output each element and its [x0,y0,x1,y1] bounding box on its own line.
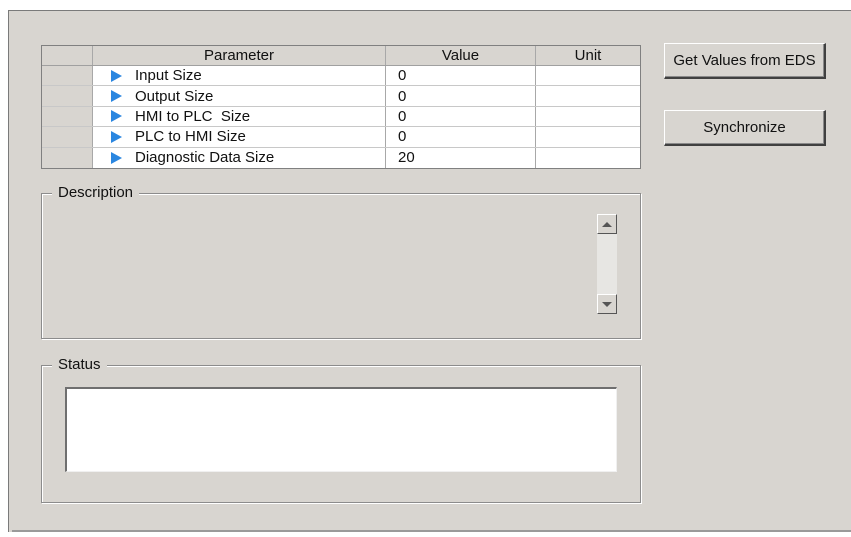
value-cell[interactable]: 0 [386,106,536,127]
status-textbox[interactable] [65,387,617,472]
row-selector[interactable] [42,86,93,106]
synchronize-button[interactable]: Synchronize [664,110,826,146]
scroll-down-icon [602,301,612,307]
parameter-name: HMI to PLC Size [135,107,251,125]
right-triangle-icon [111,130,122,143]
unit-cell [536,148,640,168]
table-row[interactable]: Output Size 0 [42,86,640,107]
right-triangle-icon [111,110,122,123]
header-parameter[interactable]: Parameter [93,46,386,65]
row-selector[interactable] [42,127,93,147]
grid-header: Parameter Value Unit [42,46,640,66]
get-values-from-eds-button[interactable]: Get Values from EDS [664,43,826,79]
parameter-name: PLC to HMI Size [135,128,246,146]
unit-cell [536,107,640,126]
parameter-cell[interactable]: HMI to PLC Size [93,106,386,127]
table-row[interactable]: PLC to HMI Size 0 [42,127,640,148]
unit-cell [536,127,640,146]
table-row[interactable]: Diagnostic Data Size 20 [42,147,640,168]
scroll-up-icon [602,221,612,227]
right-triangle-icon [111,90,122,103]
parameter-name: Input Size [135,67,202,85]
parameter-cell[interactable]: PLC to HMI Size [93,127,386,147]
table-row[interactable]: HMI to PLC Size 0 [42,106,640,128]
header-value[interactable]: Value [386,46,536,65]
scroll-up-button[interactable] [597,214,617,234]
unit-cell [536,86,640,105]
value-cell[interactable]: 20 [386,147,536,168]
value-cell[interactable]: 0 [386,127,536,147]
row-selector[interactable] [42,66,93,86]
parameter-grid: Parameter Value Unit Input Size 0 Output… [41,45,641,169]
value-cell[interactable]: 0 [386,66,536,86]
right-triangle-icon [111,69,122,82]
status-legend: Status [52,356,107,373]
parameter-name: Output Size [135,87,214,105]
row-selector[interactable] [42,106,93,127]
parameter-cell[interactable]: Input Size [93,66,386,86]
parameter-cell[interactable]: Output Size [93,86,386,106]
description-legend: Description [52,184,140,201]
panel-bottom-edge [12,530,851,532]
parameter-cell[interactable]: Diagnostic Data Size [93,147,386,168]
row-selector[interactable] [42,147,93,168]
header-unit[interactable]: Unit [536,46,640,65]
value-cell[interactable]: 0 [386,86,536,106]
parameter-name: Diagnostic Data Size [135,149,275,167]
table-row[interactable]: Input Size 0 [42,66,640,87]
scroll-down-button[interactable] [597,294,617,314]
right-triangle-icon [111,151,122,164]
header-row-selector [42,46,93,65]
unit-cell [536,66,640,85]
description-group: Description [41,184,641,339]
